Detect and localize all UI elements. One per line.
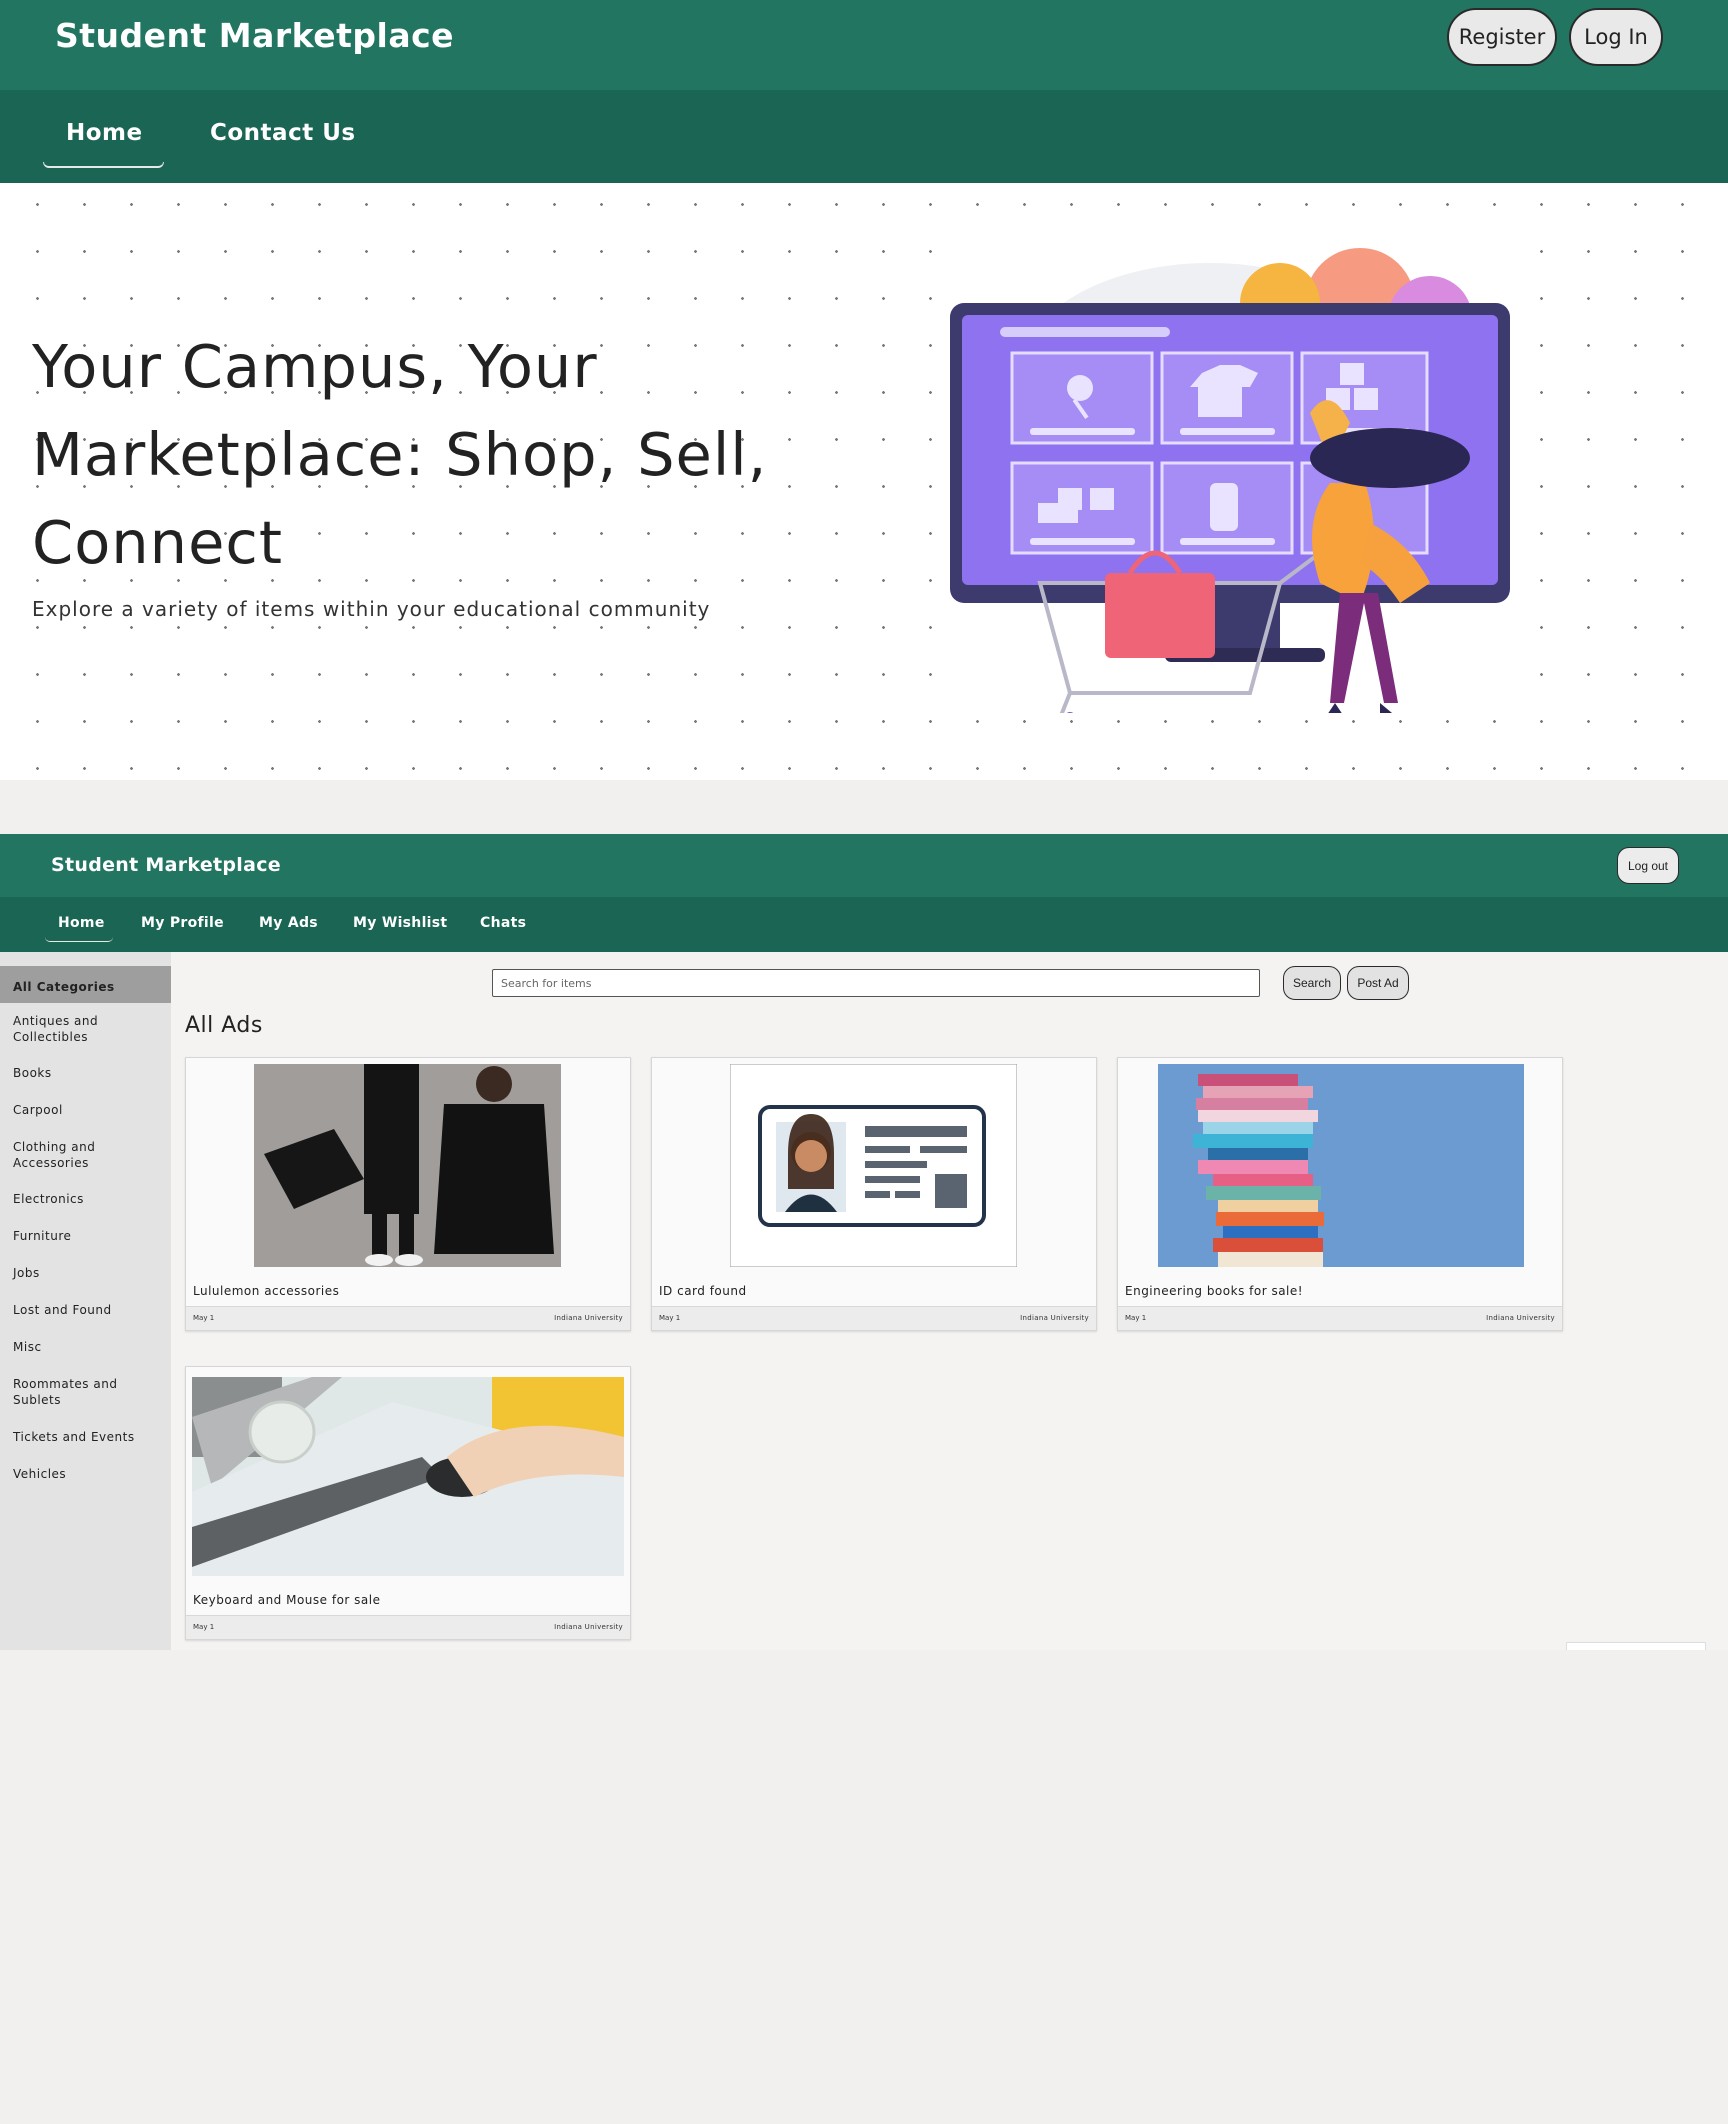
login-button[interactable]: Log In xyxy=(1569,8,1663,66)
sidebar-item-carpool[interactable]: Carpool xyxy=(13,1102,163,1118)
sidebar-item-books[interactable]: Books xyxy=(13,1065,163,1081)
landing-header: Student Marketplace Register Log In xyxy=(0,0,1728,90)
ad-image xyxy=(1158,1064,1524,1267)
nav-home[interactable]: Home xyxy=(58,915,105,931)
ad-date: May 1 xyxy=(193,1623,215,1631)
section-title: All Ads xyxy=(185,1013,263,1038)
register-button[interactable]: Register xyxy=(1447,8,1557,66)
ad-footer: May 1 Indiana University xyxy=(652,1306,1096,1330)
ad-footer: May 1 Indiana University xyxy=(1118,1306,1562,1330)
ad-date: May 1 xyxy=(659,1314,681,1322)
nav-active-indicator xyxy=(45,937,113,942)
nav-my-profile[interactable]: My Profile xyxy=(141,915,224,931)
sidebar-item-clothing[interactable]: Clothing and Accessories xyxy=(13,1139,163,1171)
category-sidebar: All Categories Antiques and Collectibles… xyxy=(0,952,171,1650)
sidebar-item-all-categories[interactable]: All Categories xyxy=(13,979,163,995)
hero-title: Your Campus, Your Marketplace: Shop, Sel… xyxy=(32,332,768,577)
landing-brand[interactable]: Student Marketplace xyxy=(55,16,454,55)
sidebar-item-antiques[interactable]: Antiques and Collectibles xyxy=(13,1013,163,1045)
ad-card[interactable]: ID card found May 1 Indiana University xyxy=(651,1057,1097,1331)
ad-university: Indiana University xyxy=(554,1314,623,1322)
ad-title[interactable]: Engineering books for sale! xyxy=(1125,1284,1303,1298)
ad-title[interactable]: Keyboard and Mouse for sale xyxy=(193,1593,381,1607)
hero-subtitle: Explore a variety of items within your e… xyxy=(32,597,711,621)
ad-card[interactable]: Engineering books for sale! May 1 Indian… xyxy=(1117,1057,1563,1331)
ad-date: May 1 xyxy=(1125,1314,1147,1322)
landing-nav-home[interactable]: Home xyxy=(66,120,143,146)
ad-date: May 1 xyxy=(193,1314,215,1322)
ad-image xyxy=(192,1377,624,1576)
dashboard-nav: Home My Profile My Ads My Wishlist Chats xyxy=(0,897,1728,952)
ad-card[interactable]: Lululemon accessories May 1 Indiana Univ… xyxy=(185,1057,631,1331)
ad-title[interactable]: ID card found xyxy=(659,1284,747,1298)
hero-illustration xyxy=(940,243,1520,727)
sidebar-item-electronics[interactable]: Electronics xyxy=(13,1191,163,1207)
sidebar-item-lost-found[interactable]: Lost and Found xyxy=(13,1302,163,1318)
ad-image xyxy=(254,1064,561,1267)
search-button[interactable]: Search xyxy=(1283,966,1341,1000)
sidebar-item-vehicles[interactable]: Vehicles xyxy=(13,1466,163,1482)
sidebar-item-roommates[interactable]: Roommates and Sublets xyxy=(13,1376,163,1408)
ad-university: Indiana University xyxy=(1486,1314,1555,1322)
hero-section: Your Campus, Your Marketplace: Shop, Sel… xyxy=(0,183,1728,780)
landing-nav-active-indicator xyxy=(43,162,164,168)
nav-my-wishlist[interactable]: My Wishlist xyxy=(353,915,447,931)
dashboard-brand[interactable]: Student Marketplace xyxy=(51,854,281,876)
ad-university: Indiana University xyxy=(554,1623,623,1631)
ad-card[interactable]: Keyboard and Mouse for sale May 1 Indian… xyxy=(185,1366,631,1640)
nav-my-ads[interactable]: My Ads xyxy=(259,915,318,931)
ad-footer: May 1 Indiana University xyxy=(186,1306,630,1330)
dashboard-header: Student Marketplace Log out xyxy=(0,834,1728,897)
sidebar-item-furniture[interactable]: Furniture xyxy=(13,1228,163,1244)
landing-nav: Home Contact Us xyxy=(0,90,1728,183)
landing-nav-contact[interactable]: Contact Us xyxy=(210,120,356,146)
sidebar-item-jobs[interactable]: Jobs xyxy=(13,1265,163,1281)
ad-footer: May 1 Indiana University xyxy=(186,1615,630,1639)
ad-image xyxy=(729,1063,1018,1268)
corner-widget xyxy=(1566,1642,1706,1650)
ad-title[interactable]: Lululemon accessories xyxy=(193,1284,339,1298)
nav-chats[interactable]: Chats xyxy=(480,915,526,931)
sidebar-item-misc[interactable]: Misc xyxy=(13,1339,163,1355)
sidebar-item-tickets[interactable]: Tickets and Events xyxy=(13,1429,163,1445)
post-ad-button[interactable]: Post Ad xyxy=(1347,966,1409,1000)
search-input[interactable] xyxy=(492,969,1260,997)
logout-button[interactable]: Log out xyxy=(1617,847,1679,884)
ad-university: Indiana University xyxy=(1020,1314,1089,1322)
